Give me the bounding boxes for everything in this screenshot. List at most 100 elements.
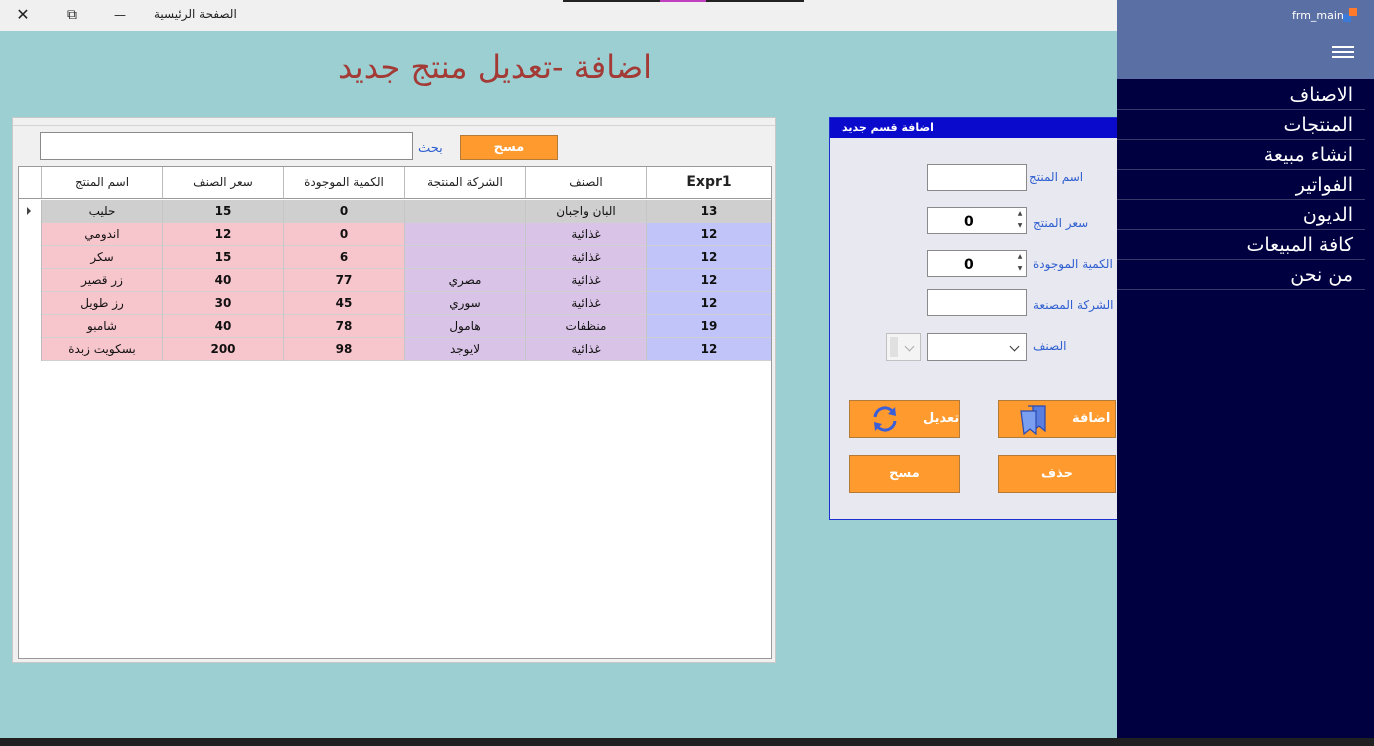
manufacturer-label: الشركة المصنعة (1033, 298, 1114, 312)
chevron-down-icon (1009, 341, 1020, 352)
row-header[interactable] (19, 200, 42, 223)
sidebar-item-products[interactable]: المنتجات (1117, 110, 1365, 140)
manufacturer-input[interactable] (927, 289, 1027, 316)
table-cell[interactable]: منظفات (526, 315, 647, 338)
header-price[interactable]: سعر الصنف (163, 167, 284, 199)
table-cell[interactable]: البان واجبان (526, 200, 647, 223)
clear-label: مسح (889, 466, 920, 481)
spin-down-icon[interactable]: ▼ (1016, 222, 1024, 229)
sidebar: frm_main الاصناف المنتجات انشاء مبيعة ال… (1117, 0, 1374, 746)
table-cell[interactable] (405, 223, 526, 246)
table-cell[interactable]: غذائية (526, 269, 647, 292)
restore-icon[interactable]: ⧉ (60, 4, 84, 26)
table-cell[interactable]: رز طويل (42, 292, 163, 315)
table-cell[interactable] (405, 200, 526, 223)
hamburger-menu-icon[interactable] (1332, 46, 1354, 60)
sidebar-item-debts[interactable]: الديون (1117, 200, 1365, 230)
table-cell[interactable]: غذائية (526, 246, 647, 269)
row-header[interactable] (19, 246, 42, 269)
table-cell[interactable]: لايوجد (405, 338, 526, 361)
select-swatch (890, 337, 898, 357)
sidebar-item-new-sale[interactable]: انشاء مبيعة (1117, 140, 1365, 170)
form-title: اضافة قسم جديد (830, 118, 1118, 138)
search-input[interactable] (40, 132, 413, 160)
spin-up-icon[interactable]: ▲ (1016, 210, 1024, 217)
table-cell[interactable]: 12 (647, 269, 771, 292)
current-row-icon (27, 207, 31, 215)
row-header[interactable] (19, 315, 42, 338)
table-cell[interactable]: 0 (284, 223, 405, 246)
delete-button[interactable]: حذف (998, 455, 1116, 493)
table-cell[interactable]: اندومي (42, 223, 163, 246)
table-cell[interactable]: 98 (284, 338, 405, 361)
clear-search-button[interactable]: مسح (460, 135, 558, 160)
products-table[interactable]: Expr1 الصنف الشركة المنتجة الكمية الموجودة س… (18, 166, 772, 659)
table-cell[interactable]: حليب (42, 200, 163, 223)
table-cell[interactable]: زر قصير (42, 269, 163, 292)
header-expr1[interactable]: Expr1 (647, 167, 771, 199)
table-cell[interactable]: غذائية (526, 223, 647, 246)
row-header[interactable] (19, 269, 42, 292)
row-header[interactable] (19, 292, 42, 315)
table-cell[interactable]: هامول (405, 315, 526, 338)
table-cell[interactable]: 45 (284, 292, 405, 315)
table-cell[interactable]: 12 (647, 292, 771, 315)
close-icon[interactable]: ✕ (11, 4, 35, 26)
table-cell[interactable]: سوري (405, 292, 526, 315)
table-corner (19, 167, 42, 199)
table-cell[interactable]: شامبو (42, 315, 163, 338)
spin-down-icon[interactable]: ▼ (1016, 265, 1024, 272)
table-cell[interactable]: 12 (163, 223, 284, 246)
table-cell[interactable]: 6 (284, 246, 405, 269)
quantity-stepper[interactable]: 0 ▲ ▼ (927, 250, 1027, 277)
header-quantity[interactable]: الكمية الموجودة (284, 167, 405, 199)
product-name-label: اسم المنتج (1029, 170, 1084, 184)
sidebar-item-all-sales[interactable]: كافة المبيعات (1117, 230, 1365, 260)
table-cell[interactable]: 12 (647, 246, 771, 269)
table-cell[interactable]: مصري (405, 269, 526, 292)
table-cell[interactable]: غذائية (526, 292, 647, 315)
taskbar (0, 738, 1374, 746)
table-cell[interactable]: 19 (647, 315, 771, 338)
category-extra-select[interactable] (886, 333, 921, 361)
app-logo-icon-accent (1349, 8, 1357, 16)
table-cell[interactable]: 77 (284, 269, 405, 292)
table-cell[interactable]: 0 (284, 200, 405, 223)
header-manufacturer[interactable]: الشركة المنتجة (405, 167, 526, 199)
header-category[interactable]: الصنف (526, 167, 647, 199)
clear-form-button[interactable]: مسح (849, 455, 960, 493)
table-cell[interactable]: 15 (163, 246, 284, 269)
table-cell[interactable]: 12 (647, 223, 771, 246)
price-stepper[interactable]: 0 ▲ ▼ (927, 207, 1027, 234)
table-cell[interactable]: 15 (163, 200, 284, 223)
quantity-label: الكمية الموجودة (1033, 257, 1113, 271)
category-select[interactable] (927, 333, 1027, 361)
spin-up-icon[interactable]: ▲ (1016, 253, 1024, 260)
table-cell[interactable]: بسكويت زبدة (42, 338, 163, 361)
table-cell[interactable]: 200 (163, 338, 284, 361)
sidebar-item-invoices[interactable]: الفواتير (1117, 170, 1365, 200)
table-cell[interactable]: 12 (647, 338, 771, 361)
add-button[interactable]: اضافة (998, 400, 1116, 438)
sidebar-item-categories[interactable]: الاصناف (1117, 80, 1365, 110)
table-cell[interactable]: 40 (163, 315, 284, 338)
edit-button[interactable]: تعديل (849, 400, 960, 438)
table-cell[interactable]: 40 (163, 269, 284, 292)
sidebar-header: frm_main (1117, 0, 1374, 79)
table-cell[interactable]: 30 (163, 292, 284, 315)
delete-label: حذف (1041, 466, 1073, 481)
table-cell[interactable] (405, 246, 526, 269)
table-cell[interactable]: 78 (284, 315, 405, 338)
app-name: frm_main (1292, 9, 1344, 22)
table-cell[interactable]: سكر (42, 246, 163, 269)
edit-label: تعديل (923, 411, 960, 426)
table-cell[interactable]: غذائية (526, 338, 647, 361)
header-product-name[interactable]: اسم المنتج (42, 167, 163, 199)
row-header[interactable] (19, 223, 42, 246)
product-name-input[interactable] (927, 164, 1027, 191)
row-header[interactable] (19, 338, 42, 361)
table-cell[interactable]: 13 (647, 200, 771, 223)
sidebar-item-about[interactable]: من نحن (1117, 260, 1365, 290)
minimize-icon[interactable]: — (108, 4, 132, 26)
bookmarks-icon (1020, 405, 1046, 435)
